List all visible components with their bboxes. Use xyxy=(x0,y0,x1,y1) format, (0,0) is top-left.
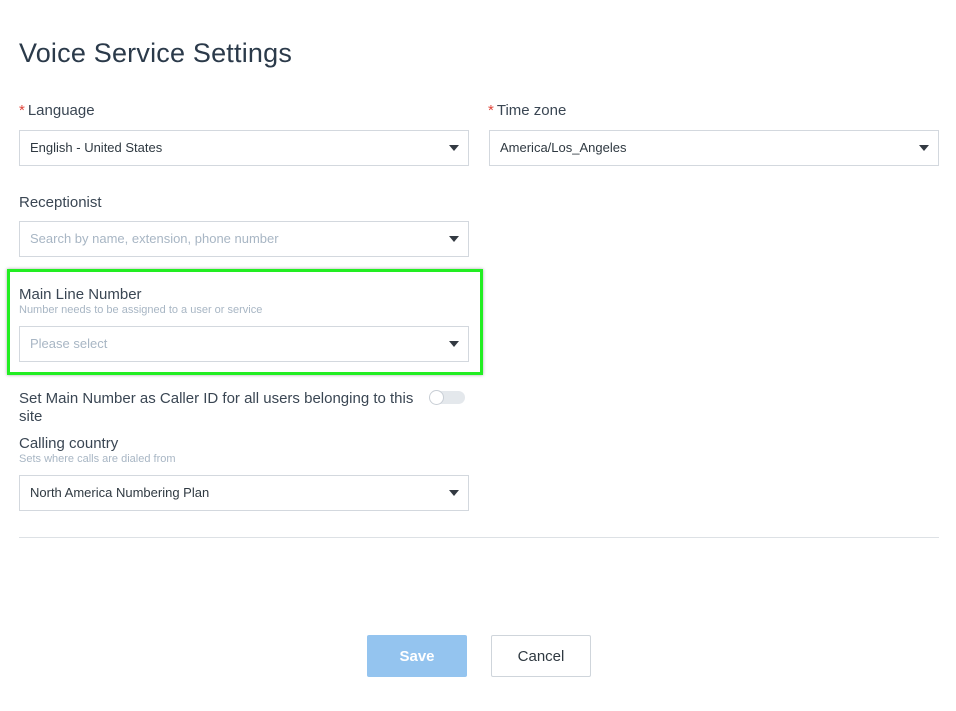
caret-down-icon xyxy=(449,236,459,242)
language-value: English - United States xyxy=(30,140,163,155)
timezone-select[interactable]: America/Los_Angeles xyxy=(489,130,939,166)
timezone-value: America/Los_Angeles xyxy=(500,140,627,155)
caret-down-icon xyxy=(919,145,929,151)
required-mark: * xyxy=(488,102,494,119)
toggle-knob xyxy=(429,390,444,405)
main-line-select[interactable]: Please select xyxy=(19,326,469,362)
timezone-label: * Time zone xyxy=(488,102,566,119)
caller-id-label: Set Main Number as Caller ID for all use… xyxy=(19,390,414,425)
caret-down-icon xyxy=(449,490,459,496)
caret-down-icon xyxy=(449,145,459,151)
language-select[interactable]: English - United States xyxy=(19,130,469,166)
caret-down-icon xyxy=(449,341,459,347)
page-title: Voice Service Settings xyxy=(19,38,293,68)
calling-country-select[interactable]: North America Numbering Plan xyxy=(19,475,469,511)
main-line-placeholder: Please select xyxy=(30,336,108,351)
calling-country-label: Calling country xyxy=(19,435,119,452)
cancel-button[interactable]: Cancel xyxy=(491,635,591,677)
caller-id-toggle[interactable] xyxy=(429,390,465,405)
language-label-text: Language xyxy=(27,102,95,119)
divider xyxy=(19,537,939,538)
main-line-label: Main Line Number xyxy=(19,286,142,303)
main-line-hint: Number needs to be assigned to a user or… xyxy=(19,304,263,316)
calling-country-value: North America Numbering Plan xyxy=(30,485,210,500)
timezone-label-text: Time zone xyxy=(496,102,567,119)
save-button[interactable]: Save xyxy=(367,635,467,677)
receptionist-placeholder: Search by name, extension, phone number xyxy=(30,231,279,246)
language-label: * Language xyxy=(19,102,95,119)
required-mark: * xyxy=(19,102,25,119)
calling-country-hint: Sets where calls are dialed from xyxy=(19,453,176,465)
receptionist-search-select[interactable]: Search by name, extension, phone number xyxy=(19,221,469,257)
receptionist-label: Receptionist xyxy=(19,194,102,211)
